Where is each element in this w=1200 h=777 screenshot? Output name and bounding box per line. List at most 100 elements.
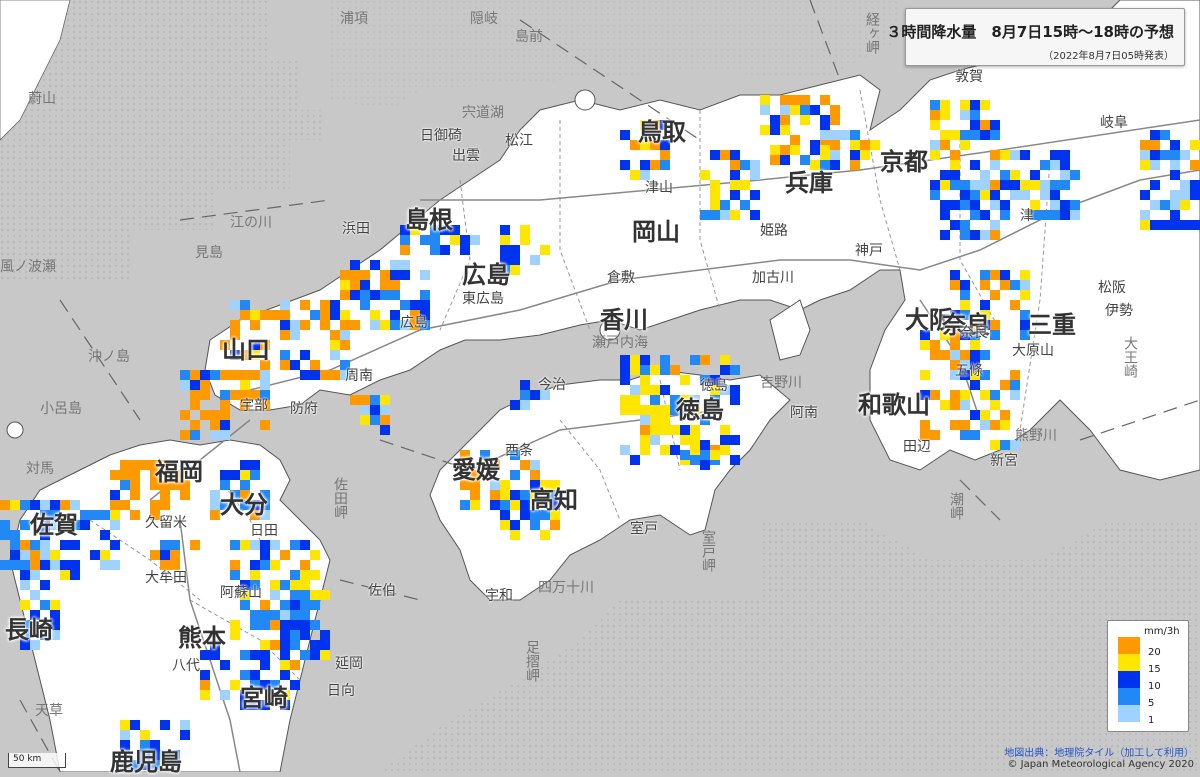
place-label: 瀬戸内海	[592, 335, 648, 351]
precip-cell	[470, 500, 480, 510]
precip-cell	[980, 390, 990, 400]
precip-cell	[930, 340, 940, 350]
precip-cell	[280, 300, 290, 310]
precip-cell	[700, 210, 710, 220]
precip-cell	[40, 600, 50, 610]
precip-cell	[310, 570, 320, 580]
precip-cell	[680, 450, 690, 460]
precip-cell	[720, 355, 730, 365]
place-label: 宇部	[240, 398, 268, 414]
precip-cell	[780, 125, 790, 135]
precip-cell	[1000, 380, 1010, 390]
precip-cell	[320, 310, 330, 320]
place-label: 大牟田	[145, 570, 187, 586]
place-label: 大原山	[1012, 343, 1054, 359]
precip-cell	[260, 560, 270, 570]
precip-cell	[30, 560, 40, 570]
precip-cell	[670, 365, 680, 375]
precip-cell	[1170, 210, 1180, 220]
map-source-link[interactable]: 地図出典：地理院タイル（加工して利用）	[1004, 744, 1194, 759]
precip-cell	[1050, 200, 1060, 210]
precip-cell	[1140, 140, 1150, 150]
precip-cell	[510, 520, 520, 530]
precip-cell	[200, 680, 210, 690]
place-label: 神戸	[855, 243, 883, 259]
precip-cell	[860, 150, 870, 160]
precip-cell	[970, 190, 980, 200]
precip-cell	[280, 610, 290, 620]
precip-cell	[660, 385, 670, 395]
precip-cell	[180, 380, 190, 390]
precip-cell	[1070, 200, 1080, 210]
precip-cell	[350, 290, 360, 300]
precip-cell	[620, 365, 630, 375]
precip-cell	[540, 245, 550, 255]
place-label: 大王崎	[1122, 336, 1138, 378]
precip-cell	[690, 445, 700, 455]
place-label: 松江	[505, 133, 533, 149]
precip-cell	[310, 360, 320, 370]
precip-cell	[300, 560, 310, 570]
place-label: 対馬	[26, 461, 54, 477]
precip-cell	[240, 470, 250, 480]
precip-cell	[950, 280, 960, 290]
precip-cell	[250, 470, 260, 480]
precip-cell	[510, 470, 520, 480]
precip-cell	[930, 390, 940, 400]
precip-cell	[980, 350, 990, 360]
precip-cell	[340, 320, 350, 330]
precip-cell	[210, 490, 220, 500]
precip-cell	[970, 210, 980, 220]
precip-cell	[420, 270, 430, 280]
precip-cell	[320, 640, 330, 650]
precip-cell	[1010, 380, 1020, 390]
precip-cell	[650, 405, 660, 415]
precip-cell	[360, 280, 370, 290]
precip-cell	[180, 370, 190, 380]
precip-cell	[1020, 190, 1030, 200]
precip-cell	[990, 230, 1000, 240]
precip-cell	[1010, 150, 1020, 160]
place-label: 潮岬	[948, 492, 964, 520]
place-label: 吉野川	[760, 375, 802, 391]
precip-cell	[670, 425, 680, 435]
precip-cell	[770, 125, 780, 135]
precip-cell	[780, 145, 790, 155]
precip-cell	[500, 480, 510, 490]
precip-cell	[960, 420, 970, 430]
precip-cell	[820, 95, 830, 105]
precip-cell	[990, 320, 1000, 330]
precip-cell	[1020, 180, 1030, 190]
place-label: 山口	[222, 336, 270, 364]
place-label: 見島	[195, 245, 223, 261]
precip-cell	[290, 330, 300, 340]
precip-cell	[980, 190, 990, 200]
precip-cell	[290, 320, 300, 330]
precip-cell	[100, 510, 110, 520]
precip-cell	[730, 455, 740, 465]
precip-cell	[510, 530, 520, 540]
precip-cell	[990, 190, 1000, 200]
precip-cell	[950, 180, 960, 190]
precip-cell	[710, 450, 720, 460]
legend-unit: mm/3h	[1144, 626, 1180, 637]
precip-cell	[990, 180, 1000, 190]
precip-cell	[260, 550, 270, 560]
precip-cell	[700, 450, 710, 460]
precip-cell	[790, 95, 800, 105]
precip-cell	[930, 180, 940, 190]
place-label: 経ヶ岬	[864, 12, 880, 54]
precip-cell	[620, 375, 630, 385]
precip-cell	[230, 320, 240, 330]
precip-cell	[1170, 150, 1180, 160]
precip-cell	[1060, 160, 1070, 170]
precip-cell	[640, 375, 650, 385]
precip-cell	[980, 120, 990, 130]
precip-cell	[270, 310, 280, 320]
precip-cell	[750, 170, 760, 180]
precip-cell	[380, 395, 390, 405]
precip-cell	[1170, 170, 1180, 180]
island	[574, 89, 596, 111]
precip-cell	[1060, 200, 1070, 210]
precip-cell	[620, 395, 630, 405]
